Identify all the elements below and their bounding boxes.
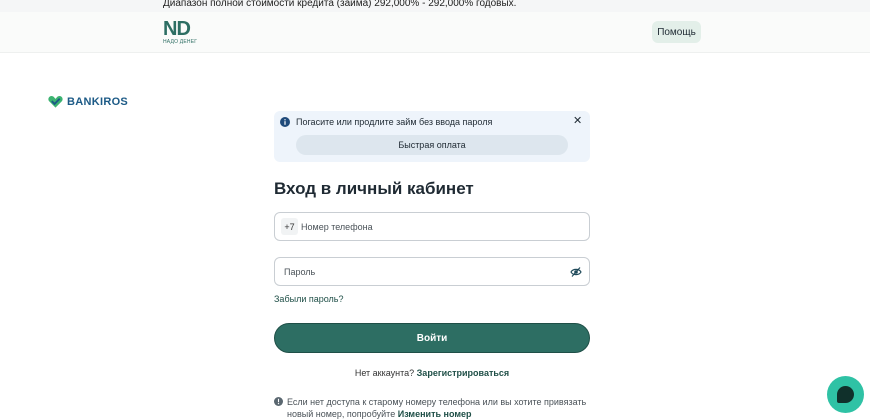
no-account-text: Нет аккаунта? bbox=[354, 368, 415, 378]
register-link[interactable]: Зарегистрироваться bbox=[417, 368, 509, 378]
hint-text-line1: Если нет доступа к старому номеру телефо… bbox=[287, 397, 587, 407]
login-button[interactable]: Войти bbox=[274, 323, 590, 353]
phone-prefix: +7 bbox=[281, 218, 298, 235]
hint-text-line2: новый номер, попробуйте Изменить номер bbox=[287, 409, 472, 419]
site-header: ND НАДО ДЕНЕГ Помощь bbox=[0, 12, 870, 53]
logo-subtitle: НАДО ДЕНЕГ bbox=[163, 39, 198, 45]
nd-logo[interactable]: ND НАДО ДЕНЕГ bbox=[163, 19, 203, 49]
info-icon bbox=[274, 397, 283, 406]
notice-text: Погасите или продлите займ без ввода пар… bbox=[296, 117, 493, 127]
change-number-link[interactable]: Изменить номер bbox=[398, 409, 472, 419]
heart-check-icon bbox=[48, 95, 63, 108]
help-button[interactable]: Помощь bbox=[652, 21, 701, 43]
bankiros-badge: BANKIROS bbox=[48, 95, 128, 109]
page-title: Вход в личный кабинет bbox=[274, 179, 474, 198]
forgot-password-link[interactable]: Забыли пароль? bbox=[274, 294, 343, 304]
chat-widget-button[interactable] bbox=[827, 376, 864, 413]
phone-field[interactable]: +7 bbox=[274, 212, 590, 241]
hint-text-prefix: новый номер, попробуйте bbox=[287, 409, 396, 419]
logo-mark: ND bbox=[163, 18, 191, 40]
quick-pay-notice: Погасите или продлите займ без ввода пар… bbox=[274, 111, 590, 162]
info-icon bbox=[280, 117, 290, 127]
close-icon[interactable]: ✕ bbox=[573, 115, 582, 127]
password-field[interactable] bbox=[274, 257, 590, 286]
apr-disclaimer-text: Диапазон полной стоимости кредита (займа… bbox=[163, 0, 517, 9]
quick-pay-button[interactable]: Быстрая оплата bbox=[296, 135, 568, 155]
partner-name: BANKIROS bbox=[67, 96, 129, 108]
phone-input[interactable] bbox=[301, 217, 581, 237]
password-input[interactable] bbox=[284, 262, 564, 282]
chat-bubble-icon bbox=[837, 386, 854, 403]
apr-disclaimer-bar: Диапазон полной стоимости кредита (займа… bbox=[0, 0, 870, 12]
eye-toggle-icon[interactable] bbox=[570, 266, 582, 278]
register-prompt: Нет аккаунта? Зарегистрироваться bbox=[274, 368, 590, 378]
